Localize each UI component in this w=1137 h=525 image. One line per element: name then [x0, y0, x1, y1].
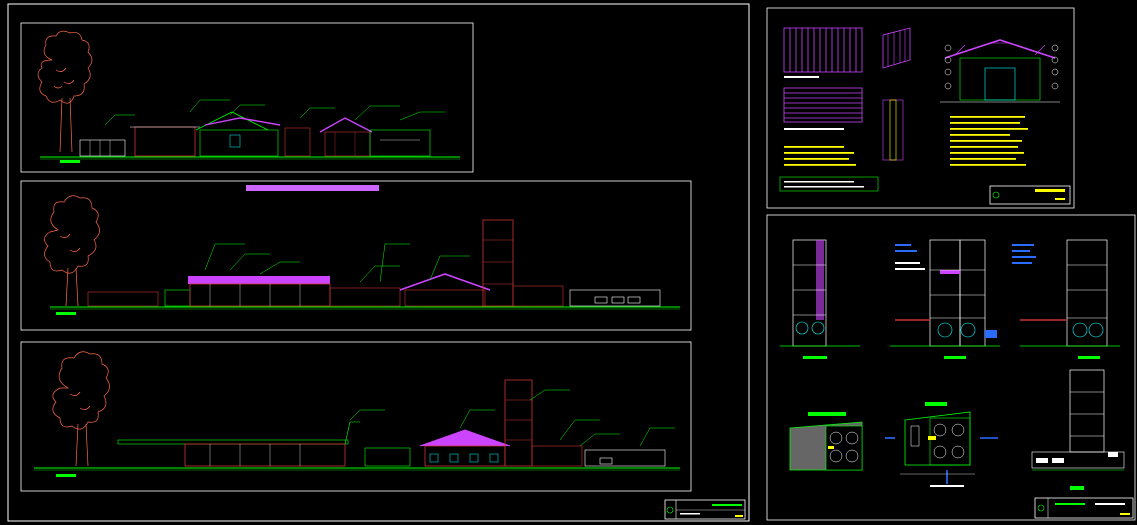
wood-panel-horizontal	[783, 87, 863, 130]
section-left	[780, 239, 860, 359]
specification-notes	[779, 116, 1028, 192]
sheet-top-right	[766, 7, 1075, 209]
sheet-bottom-right	[766, 214, 1136, 521]
tree-icon	[52, 351, 110, 467]
elevation-top	[20, 22, 474, 173]
truss-section	[940, 39, 1060, 103]
elevation-bottom	[20, 341, 692, 492]
tree-icon	[44, 195, 100, 307]
wood-panel-vertical	[783, 27, 863, 78]
plan-left	[789, 412, 863, 471]
tower-elevation	[1031, 369, 1125, 490]
sheet-left-title-block	[664, 499, 746, 520]
plan-center	[885, 402, 998, 487]
tree-icon	[37, 30, 93, 153]
sheet-bottom-right-title-block	[1034, 497, 1134, 519]
compass-icon	[1037, 504, 1045, 512]
compass-icon	[666, 506, 674, 514]
section-right	[1012, 239, 1120, 359]
section-center	[890, 239, 1000, 359]
compass-icon	[992, 191, 1000, 199]
sheet-left	[7, 3, 750, 522]
gate-detail	[882, 27, 911, 161]
sheet-top-right-title-block	[989, 185, 1071, 205]
cad-drawing-canvas	[7, 3, 1136, 522]
elevation-divider-banner	[246, 185, 379, 191]
elevation-middle	[20, 180, 692, 331]
